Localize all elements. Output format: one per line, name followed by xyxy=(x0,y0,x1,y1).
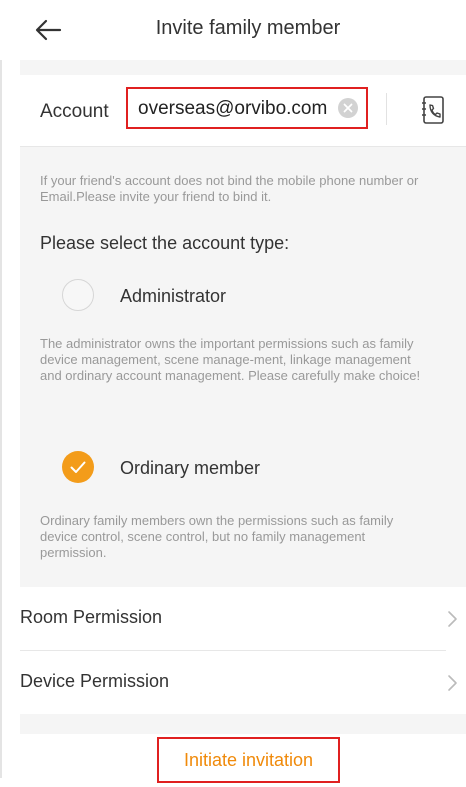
header-separator-band xyxy=(20,60,466,75)
left-edge-rule xyxy=(0,58,2,778)
account-type-section: If your friend's account does not bind t… xyxy=(20,147,466,587)
ordinary-member-description: Ordinary family members own the permissi… xyxy=(40,513,394,560)
bottom-separator-band xyxy=(20,714,466,734)
device-permission-label: Device Permission xyxy=(20,671,170,691)
account-type-title: Please select the account type: xyxy=(40,233,290,253)
chevron-right-icon xyxy=(446,609,460,629)
vertical-divider xyxy=(386,93,387,125)
header-bar: Invite family member xyxy=(0,0,466,60)
bind-hint-text: If your friend's account does not bind t… xyxy=(40,173,419,204)
room-permission-row[interactable]: Room Permission xyxy=(20,587,466,651)
administrator-label[interactable]: Administrator xyxy=(120,286,226,307)
clear-input-icon[interactable] xyxy=(338,98,358,118)
device-permission-row[interactable]: Device Permission xyxy=(20,651,466,715)
ordinary-member-label[interactable]: Ordinary member xyxy=(120,458,260,479)
checkmark-icon xyxy=(70,461,86,473)
page-title: Invite family member xyxy=(155,17,341,39)
phone-contacts-icon[interactable] xyxy=(420,95,446,125)
account-input[interactable]: overseas@orvibo.com xyxy=(126,87,368,129)
account-label: Account xyxy=(40,101,109,122)
initiate-invitation-button[interactable]: Initiate invitation xyxy=(157,737,340,783)
ordinary-member-radio[interactable] xyxy=(62,451,94,483)
room-permission-label: Room Permission xyxy=(20,607,163,627)
account-row: Account overseas@orvibo.com xyxy=(20,75,466,147)
account-input-value[interactable]: overseas@orvibo.com xyxy=(138,98,327,120)
administrator-radio[interactable] xyxy=(62,279,94,311)
chevron-right-icon xyxy=(446,673,460,693)
administrator-description: The administrator owns the important per… xyxy=(40,336,421,383)
